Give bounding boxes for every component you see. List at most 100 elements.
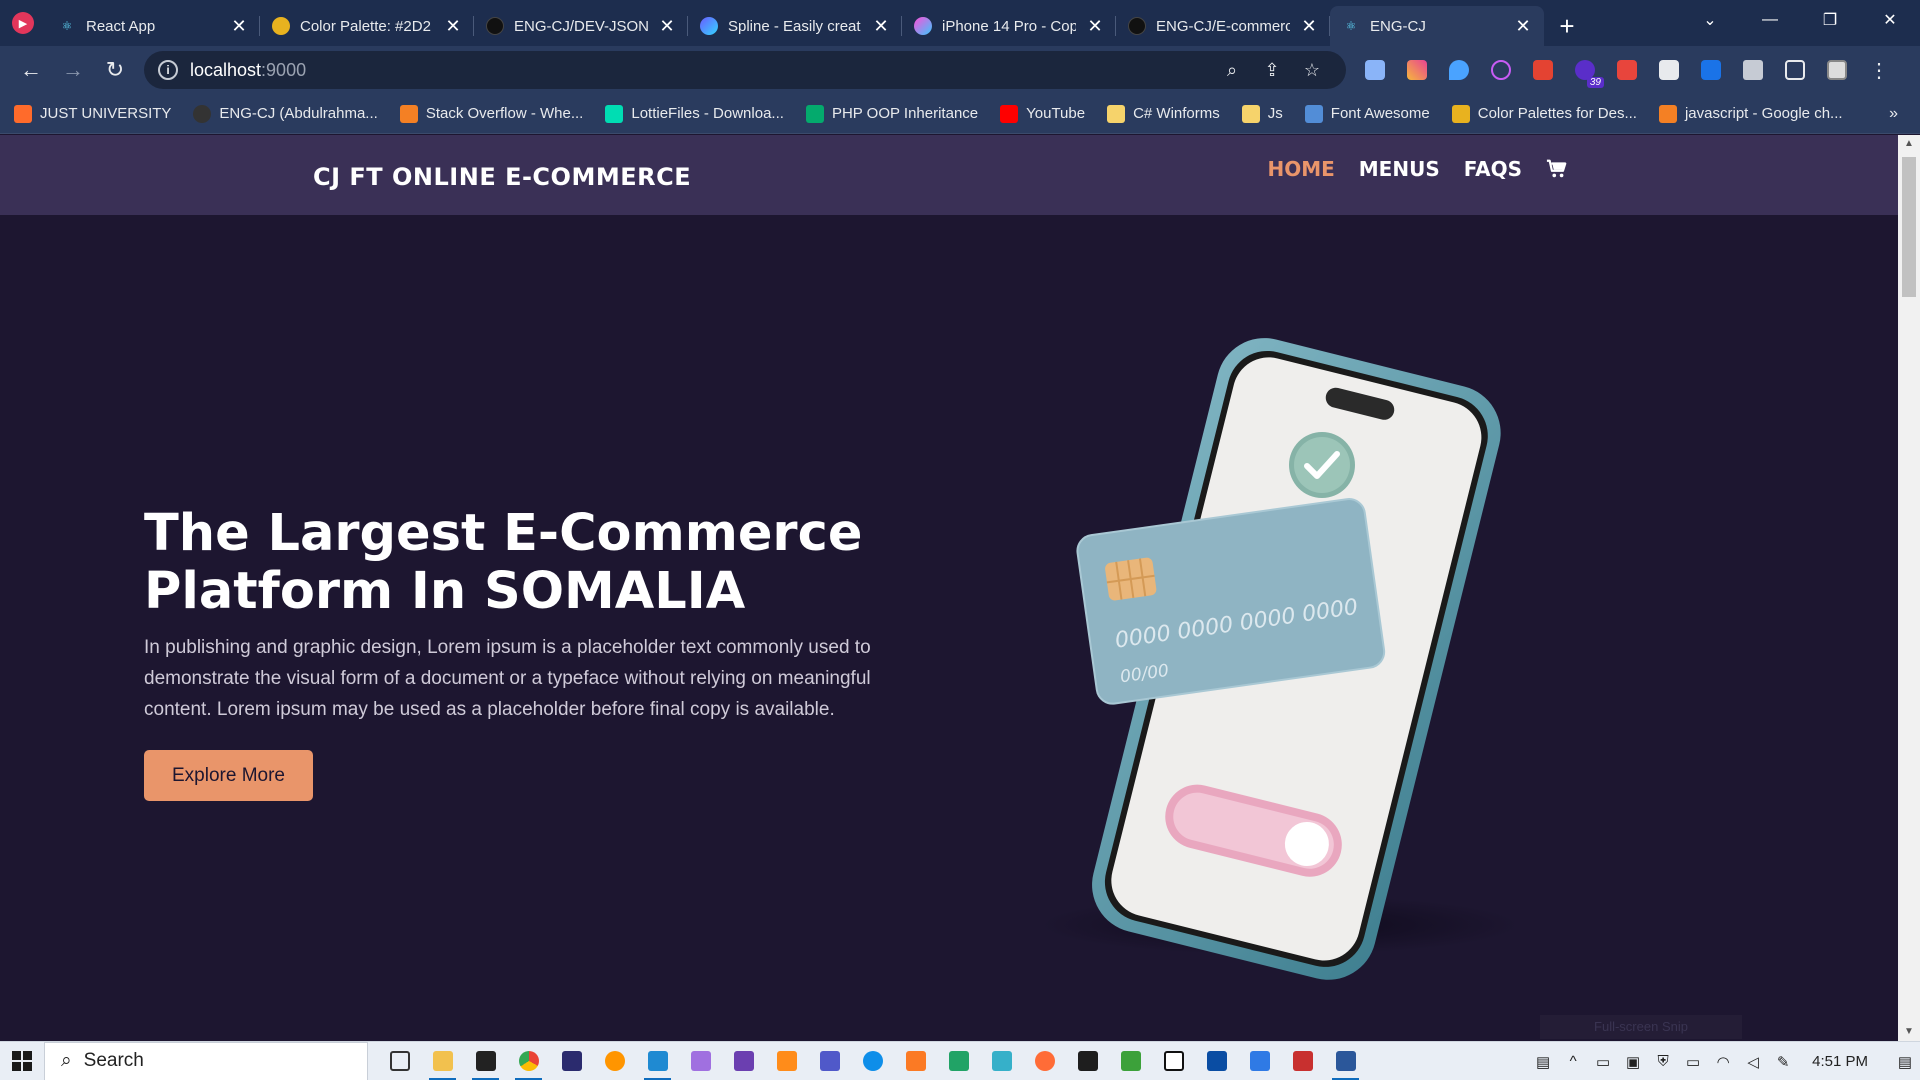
site-info-icon[interactable]: i [158, 60, 178, 80]
close-tab-icon[interactable]: ✕ [872, 16, 890, 37]
reload-button[interactable]: ↻ [94, 52, 136, 88]
bookmark-item[interactable]: YouTube [1000, 104, 1085, 123]
notion-icon[interactable] [1152, 1042, 1195, 1080]
restore-button[interactable]: ❐ [1800, 0, 1860, 40]
extensions-puzzle-icon[interactable] [1732, 52, 1774, 88]
side-panel-icon[interactable] [1774, 52, 1816, 88]
terminal-icon[interactable] [464, 1042, 507, 1080]
news-icon[interactable]: ▤ [1528, 1053, 1558, 1071]
word-icon[interactable] [1324, 1042, 1367, 1080]
ft-extension-icon[interactable] [1690, 52, 1732, 88]
drop-extension-icon[interactable] [1438, 52, 1480, 88]
close-tab-icon[interactable]: ✕ [1300, 16, 1318, 37]
minimize-button[interactable]: — [1740, 0, 1800, 40]
scroll-down-icon[interactable]: ▼ [1898, 1023, 1920, 1041]
scroll-thumb[interactable] [1902, 157, 1916, 297]
jetbrains-icon[interactable] [550, 1042, 593, 1080]
close-tab-icon[interactable]: ✕ [230, 16, 248, 37]
taskbar-search[interactable]: ⌕ Search [44, 1041, 368, 1080]
figma-icon[interactable] [1066, 1042, 1109, 1080]
browser-tab[interactable]: ENG-CJ/DEV-JSON- ✕ [474, 6, 688, 46]
meet-icon[interactable]: ▭ [1588, 1053, 1618, 1071]
task-view-icon[interactable] [378, 1042, 421, 1080]
share-icon[interactable]: ⇪ [1252, 60, 1292, 81]
visual-studio-alt-icon[interactable] [722, 1042, 765, 1080]
bookmark-item[interactable]: Font Awesome [1304, 104, 1430, 123]
firefox-icon[interactable] [593, 1042, 636, 1080]
shopping-cart-icon[interactable] [1546, 158, 1568, 180]
app-red-icon[interactable] [1281, 1042, 1324, 1080]
app-orange-icon[interactable] [765, 1042, 808, 1080]
security-icon[interactable]: ⛨ [1648, 1053, 1678, 1070]
camtasia-icon[interactable] [1109, 1042, 1152, 1080]
bug-extension-icon[interactable] [1606, 52, 1648, 88]
snip-tool-icon[interactable] [980, 1042, 1023, 1080]
notification-extension-icon[interactable]: 39 [1564, 52, 1606, 88]
todo-icon[interactable] [1238, 1042, 1281, 1080]
teams-icon[interactable] [808, 1042, 851, 1080]
bookmark-star-icon[interactable]: ☆ [1292, 60, 1332, 81]
postman-icon[interactable] [1023, 1042, 1066, 1080]
color-picker-extension-icon[interactable] [1396, 52, 1438, 88]
xampp-icon[interactable] [894, 1042, 937, 1080]
wifi-icon[interactable]: ◠ [1708, 1053, 1738, 1071]
vscode-icon[interactable] [636, 1042, 679, 1080]
hero-description: In publishing and graphic design, Lorem … [144, 637, 871, 720]
browser-tab[interactable]: Spline - Easily creat ✕ [688, 6, 902, 46]
browser-tab[interactable]: ENG-CJ/E-commerc ✕ [1116, 6, 1330, 46]
remote-desktop-icon[interactable] [1195, 1042, 1238, 1080]
taskbar-clock[interactable]: 4:51 PM [1812, 1053, 1868, 1070]
more-bookmarks-icon[interactable]: » [1889, 105, 1898, 123]
forward-button[interactable]: → [52, 52, 94, 88]
spreadsheet-icon[interactable] [937, 1042, 980, 1080]
windows-start-button[interactable] [0, 1042, 44, 1080]
address-bar[interactable]: i localhost:9000 ⌕ ⇪ ☆ [144, 51, 1346, 89]
browser-tab[interactable]: ⚛ React App ✕ [46, 6, 260, 46]
close-window-button[interactable]: ✕ [1860, 0, 1920, 40]
bookmark-item[interactable]: JUST UNIVERSITY [14, 104, 171, 123]
show-hidden-icons[interactable]: ^ [1558, 1053, 1588, 1070]
browser-menu-icon[interactable]: ⋮ [1858, 52, 1900, 88]
notifications-icon[interactable]: ▤ [1890, 1053, 1920, 1071]
signal-extension-icon[interactable] [1480, 52, 1522, 88]
todoist-extension-icon[interactable] [1522, 52, 1564, 88]
bookmark-item[interactable]: PHP OOP Inheritance [805, 104, 978, 123]
scroll-up-icon[interactable]: ▲ [1898, 135, 1920, 153]
nav-faqs-link[interactable]: FAQS [1464, 157, 1522, 181]
teamviewer-icon[interactable] [851, 1042, 894, 1080]
page-scrollbar[interactable]: ▲ ▼ [1898, 135, 1920, 1041]
new-tab-button[interactable]: + [1544, 6, 1590, 46]
bookmark-item[interactable]: javascript - Google ch... [1658, 104, 1843, 123]
close-tab-icon[interactable]: ✕ [658, 16, 676, 37]
bookmark-item[interactable]: C# Winforms [1107, 104, 1220, 123]
close-tab-icon[interactable]: ✕ [1514, 16, 1532, 37]
nav-home-link[interactable]: HOME [1267, 157, 1334, 181]
bookmark-item[interactable]: Stack Overflow - Whe... [399, 104, 583, 123]
bookmark-item[interactable]: Color Palettes for Des... [1451, 104, 1637, 123]
battery-icon[interactable]: ▭ [1678, 1053, 1708, 1071]
visual-studio-icon[interactable] [679, 1042, 722, 1080]
nav-menus-link[interactable]: MENUS [1359, 157, 1440, 181]
browser-profile-icon[interactable]: ▶ [0, 0, 46, 46]
pen-icon[interactable]: ✎ [1768, 1053, 1798, 1071]
tab-search-icon[interactable]: ⌄ [1680, 0, 1740, 40]
site-brand[interactable]: CJ FT ONLINE E-COMMERCE [313, 163, 691, 191]
browser-tab[interactable]: iPhone 14 Pro - Cop ✕ [902, 6, 1116, 46]
bookmark-item[interactable]: ENG-CJ (Abdulrahma... [193, 104, 378, 123]
profile-avatar[interactable] [1816, 52, 1858, 88]
browser-tab[interactable]: Color Palette: #2D2 ✕ [260, 6, 474, 46]
close-tab-icon[interactable]: ✕ [444, 16, 462, 37]
screen-icon[interactable]: ▣ [1618, 1053, 1648, 1071]
file-explorer-icon[interactable] [421, 1042, 464, 1080]
chrome-icon[interactable] [507, 1042, 550, 1080]
bookmark-item[interactable]: LottieFiles - Downloa... [605, 104, 784, 123]
page-extension-icon[interactable] [1648, 52, 1690, 88]
back-button[interactable]: ← [10, 52, 52, 88]
explore-more-button[interactable]: Explore More [144, 750, 313, 801]
volume-icon[interactable]: ◁ [1738, 1053, 1768, 1071]
bookmark-item[interactable]: Js [1241, 104, 1283, 123]
close-tab-icon[interactable]: ✕ [1086, 16, 1104, 37]
browser-tab-active[interactable]: ⚛ ENG-CJ ✕ [1330, 6, 1544, 46]
docs-extension-icon[interactable] [1354, 52, 1396, 88]
zoom-icon[interactable]: ⌕ [1212, 60, 1252, 81]
